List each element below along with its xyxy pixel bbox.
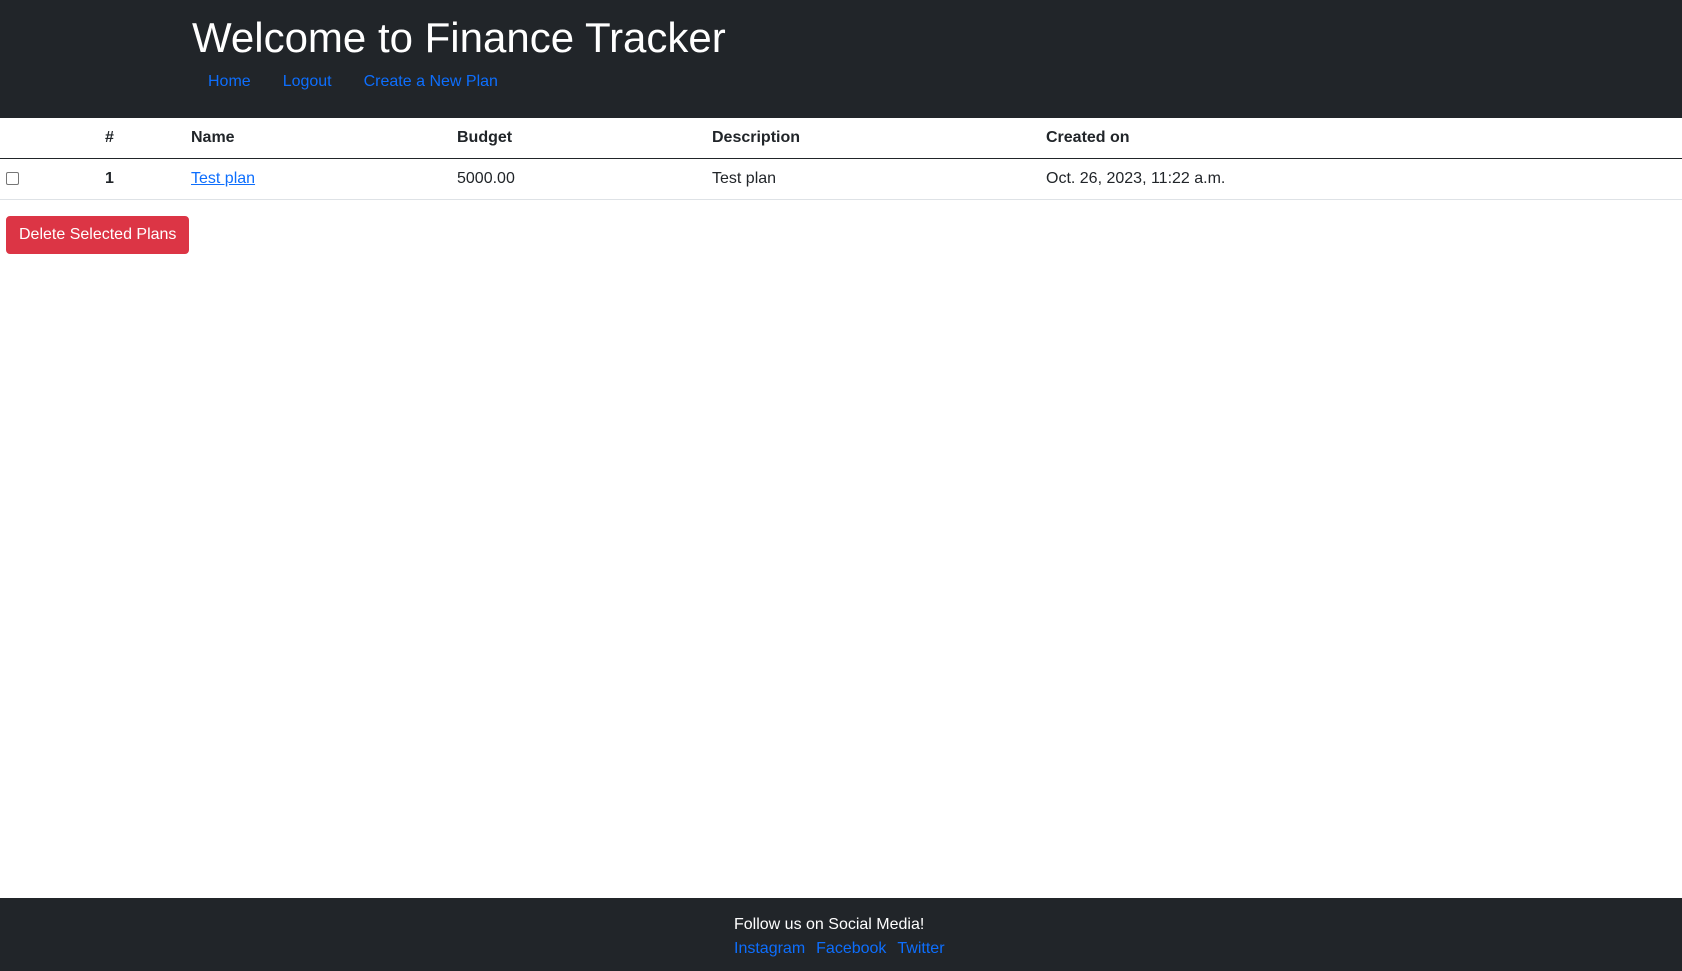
nav-home-link[interactable]: Home [192,70,267,94]
column-header-description: Description [712,118,1046,159]
column-header-number: # [105,118,191,159]
row-select-checkbox[interactable] [6,171,19,185]
site-footer: Follow us on Social Media! Instagram Fac… [0,898,1682,971]
footer-social-links: Instagram Facebook Twitter [734,938,945,960]
footer-social-text: Follow us on Social Media! [734,916,925,933]
nav-logout-link[interactable]: Logout [267,70,348,94]
row-budget: 5000.00 [457,158,712,200]
main-nav: Home Logout Create a New Plan [192,70,514,94]
column-header-budget: Budget [457,118,712,159]
plans-table: # Name Budget Description Created on 1 T… [0,118,1682,200]
instagram-link[interactable]: Instagram [734,938,805,960]
delete-selected-plans-button[interactable]: Delete Selected Plans [6,216,190,254]
page-title: Welcome to Finance Tracker [192,14,726,61]
row-select-cell [0,158,105,200]
table-header-row: # Name Budget Description Created on [0,118,1682,159]
top-header: Welcome to Finance Tracker Home Logout C… [0,0,1682,118]
row-name-cell: Test plan [191,158,457,200]
row-description: Test plan [712,158,1046,200]
column-header-select [0,118,105,159]
column-header-name: Name [191,118,457,159]
nav-create-plan-link[interactable]: Create a New Plan [348,70,514,94]
plan-name-link[interactable]: Test plan [191,170,255,187]
page: Welcome to Finance Tracker Home Logout C… [0,0,1682,971]
footer-content: Follow us on Social Media! Instagram Fac… [734,914,945,960]
row-created-on: Oct. 26, 2023, 11:22 a.m. [1046,158,1682,200]
table-row: 1 Test plan 5000.00 Test plan Oct. 26, 2… [0,158,1682,200]
row-number: 1 [105,158,191,200]
facebook-link[interactable]: Facebook [816,938,886,960]
column-header-created-on: Created on [1046,118,1682,159]
twitter-link[interactable]: Twitter [897,938,944,960]
